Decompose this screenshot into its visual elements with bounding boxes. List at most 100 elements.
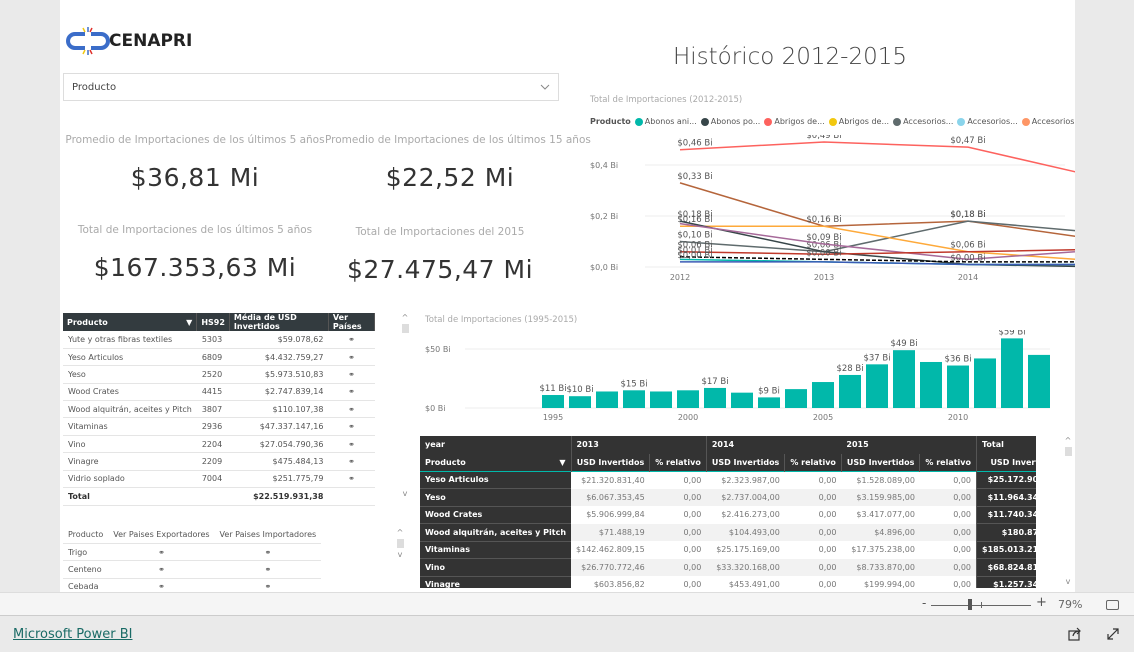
matrix-header-usd[interactable]: USD Invertidos (976, 453, 1036, 471)
column-header-hs92[interactable]: HS92 (196, 313, 230, 331)
matrix-year-2015[interactable]: 2015 (841, 436, 978, 454)
cell-value: $17.375.238,00 (851, 545, 915, 555)
cell-media: $475.484,13 (229, 452, 329, 471)
link-icon[interactable]: ⚭ (108, 578, 215, 592)
legend-swatch (634, 117, 643, 126)
producto-slicer[interactable]: Producto (63, 73, 559, 101)
bar (893, 350, 915, 408)
page-title: Histórico 2012-2015 (673, 44, 907, 70)
column-header-producto[interactable]: Producto (63, 526, 109, 544)
link-icon[interactable]: ⚭ (328, 348, 375, 367)
table-row[interactable]: Wood alquitrán, aceites y Pitch 3807 $110.… (63, 400, 375, 419)
x-tick-label: 1995 (543, 413, 563, 422)
table-row[interactable]: Cebada ⚭ ⚭ (63, 578, 322, 592)
data-label: $0,06 Bi (950, 241, 985, 251)
share-icon[interactable] (1068, 627, 1082, 641)
link-icon[interactable]: ⚭ (214, 578, 322, 592)
link-icon[interactable]: ⚭ (214, 560, 322, 579)
legend-item[interactable]: Abrigos de... (828, 117, 889, 126)
sort-desc-icon[interactable]: ▼ (559, 458, 565, 467)
product-table-scrollbar[interactable]: ^ v (400, 313, 410, 498)
link-icon[interactable]: ⚭ (108, 560, 215, 579)
matrix-header-usd[interactable]: USD Invertidos (571, 453, 651, 471)
matrix-header-relativo[interactable]: % relativo (649, 453, 707, 471)
matrix-header-usd[interactable]: USD Invertidos (841, 453, 921, 471)
link-icon[interactable]: ⚭ (328, 435, 375, 454)
table-row[interactable]: Yeso Articulos 6809 $4.432.759,27 ⚭ (63, 348, 375, 367)
link-icon[interactable]: ⚭ (214, 543, 322, 562)
link-icon[interactable]: ⚭ (328, 417, 375, 436)
cell-producto: Vidrio soplado (63, 470, 197, 489)
table-row[interactable]: Wood Crates 4415 $2.747.839,14 ⚭ (63, 383, 375, 402)
line-chart: $0,0 Bi$0,2 Bi$0,4 Bi2012201320142015$0,… (590, 135, 1075, 282)
slicer-label: Producto (72, 81, 117, 93)
cell-media: $251.775,79 (229, 470, 329, 489)
cell-value: $104.493,00 (706, 523, 785, 541)
table-row[interactable]: Centeno ⚭ ⚭ (63, 560, 322, 579)
matrix-row[interactable]: Yeso Articulos $21.320.831,40 0,00 $2.323.9… (420, 471, 1036, 489)
matrix-year-2013[interactable]: 2013 (571, 436, 707, 454)
table-row[interactable]: Yeso 2520 $5.973.510,83 ⚭ (63, 365, 375, 384)
column-header-media[interactable]: Média de USD Invertidos (229, 313, 329, 331)
legend-label: Accesorios... (903, 117, 954, 126)
link-icon[interactable]: ⚭ (328, 383, 375, 402)
zoom-out-button[interactable]: - (922, 596, 926, 610)
total-value: $22.519.931,38 (229, 487, 329, 507)
matrix-header-relativo[interactable]: % relativo (784, 453, 842, 471)
cell-value: 0,00 (919, 523, 977, 541)
legend-item[interactable]: Abrigos de... (764, 117, 825, 126)
bar (839, 374, 861, 408)
legend-label: Abonos po... (710, 117, 761, 126)
zoom-in-button[interactable]: + (1036, 595, 1047, 610)
matrix-header-producto[interactable]: Producto ▼ (420, 453, 572, 471)
cell-value: $71.488,19 (571, 523, 650, 541)
country-table-scrollbar[interactable]: ^ v (395, 528, 405, 568)
column-header-ver-paises[interactable]: Ver Países (328, 313, 376, 331)
matrix-row[interactable]: Vinagre $603.856,82 0,00 $453.491,00 0,00 $19… (420, 576, 1036, 588)
table-row[interactable]: Vitaminas 2936 $47.337.147,16 ⚭ (63, 417, 375, 436)
matrix-scrollbar[interactable]: ^ v (1063, 436, 1073, 586)
matrix-row[interactable]: Vino $26.770.772,46 0,00 $33.320.168,00 0,00… (420, 558, 1036, 577)
zoom-slider-thumb[interactable] (968, 599, 972, 610)
matrix-year-2014[interactable]: 2014 (706, 436, 785, 454)
sort-desc-icon[interactable]: ▼ (186, 318, 192, 327)
legend-item[interactable]: Accesorios... (1021, 117, 1075, 126)
zoom-bar: - + 79% (0, 592, 1134, 616)
legend-swatch (828, 117, 837, 126)
fit-to-page-icon[interactable] (1106, 600, 1119, 610)
link-icon[interactable]: ⚭ (328, 400, 375, 419)
table-row[interactable]: Vidrio soplado 7004 $251.775,79 ⚭ (63, 470, 375, 489)
column-header-producto[interactable]: Producto ▼ (63, 313, 198, 331)
cell-value: 0,00 (784, 488, 842, 506)
link-icon[interactable]: ⚭ (328, 365, 375, 384)
legend-item[interactable]: Abonos ani... (634, 117, 697, 126)
matrix-header-usd[interactable]: USD Invertidos (706, 453, 786, 471)
bar (866, 364, 888, 408)
matrix-row[interactable]: Wood Crates $5.906.999,84 0,00 $2.416.273,0… (420, 506, 1036, 524)
legend-item[interactable]: Accesorios... (893, 117, 953, 126)
matrix-row[interactable]: Yeso $6.067.353,45 0,00 $2.737.004,00 0,00 $3… (420, 488, 1036, 507)
table-row[interactable]: Trigo ⚭ ⚭ (63, 543, 322, 562)
data-label: $0,00 Bi (677, 251, 712, 261)
bar (704, 387, 726, 408)
link-icon[interactable]: ⚭ (328, 331, 375, 349)
cell-value: 0,00 (818, 545, 837, 555)
table-row[interactable]: Vino 2204 $27.054.790,36 ⚭ (63, 435, 375, 454)
link-icon[interactable]: ⚭ (328, 470, 375, 489)
column-header-importadores[interactable]: Ver Paises Importadores (214, 526, 322, 544)
legend-item[interactable]: Abonos po... (700, 117, 761, 126)
table-row[interactable]: Vinagre 2209 $475.484,13 ⚭ (63, 452, 375, 471)
table-row[interactable]: Yute y otras fibras textiles 5303 $59.078,… (63, 331, 375, 349)
data-label: $0,49 Bi (806, 135, 841, 141)
cell-value: 0,00 (953, 580, 972, 588)
matrix-header-relativo[interactable]: % relativo (919, 453, 978, 471)
power-bi-link[interactable]: Microsoft Power BI (13, 627, 132, 642)
cell-value: $25.172.907,40 (976, 471, 1036, 489)
legend-item[interactable]: Accesorios... (957, 117, 1018, 126)
link-icon[interactable]: ⚭ (108, 543, 215, 562)
link-icon[interactable]: ⚭ (328, 452, 375, 471)
fullscreen-icon[interactable] (1106, 627, 1120, 641)
matrix-row[interactable]: Vitaminas $142.462.809,15 0,00 $25.175.169,… (420, 541, 1036, 559)
column-header-exportadores[interactable]: Ver Paises Exportadores (108, 526, 215, 544)
matrix-row[interactable]: Wood alquitrán, aceites y Pitch $71.488,1… (420, 523, 1036, 542)
